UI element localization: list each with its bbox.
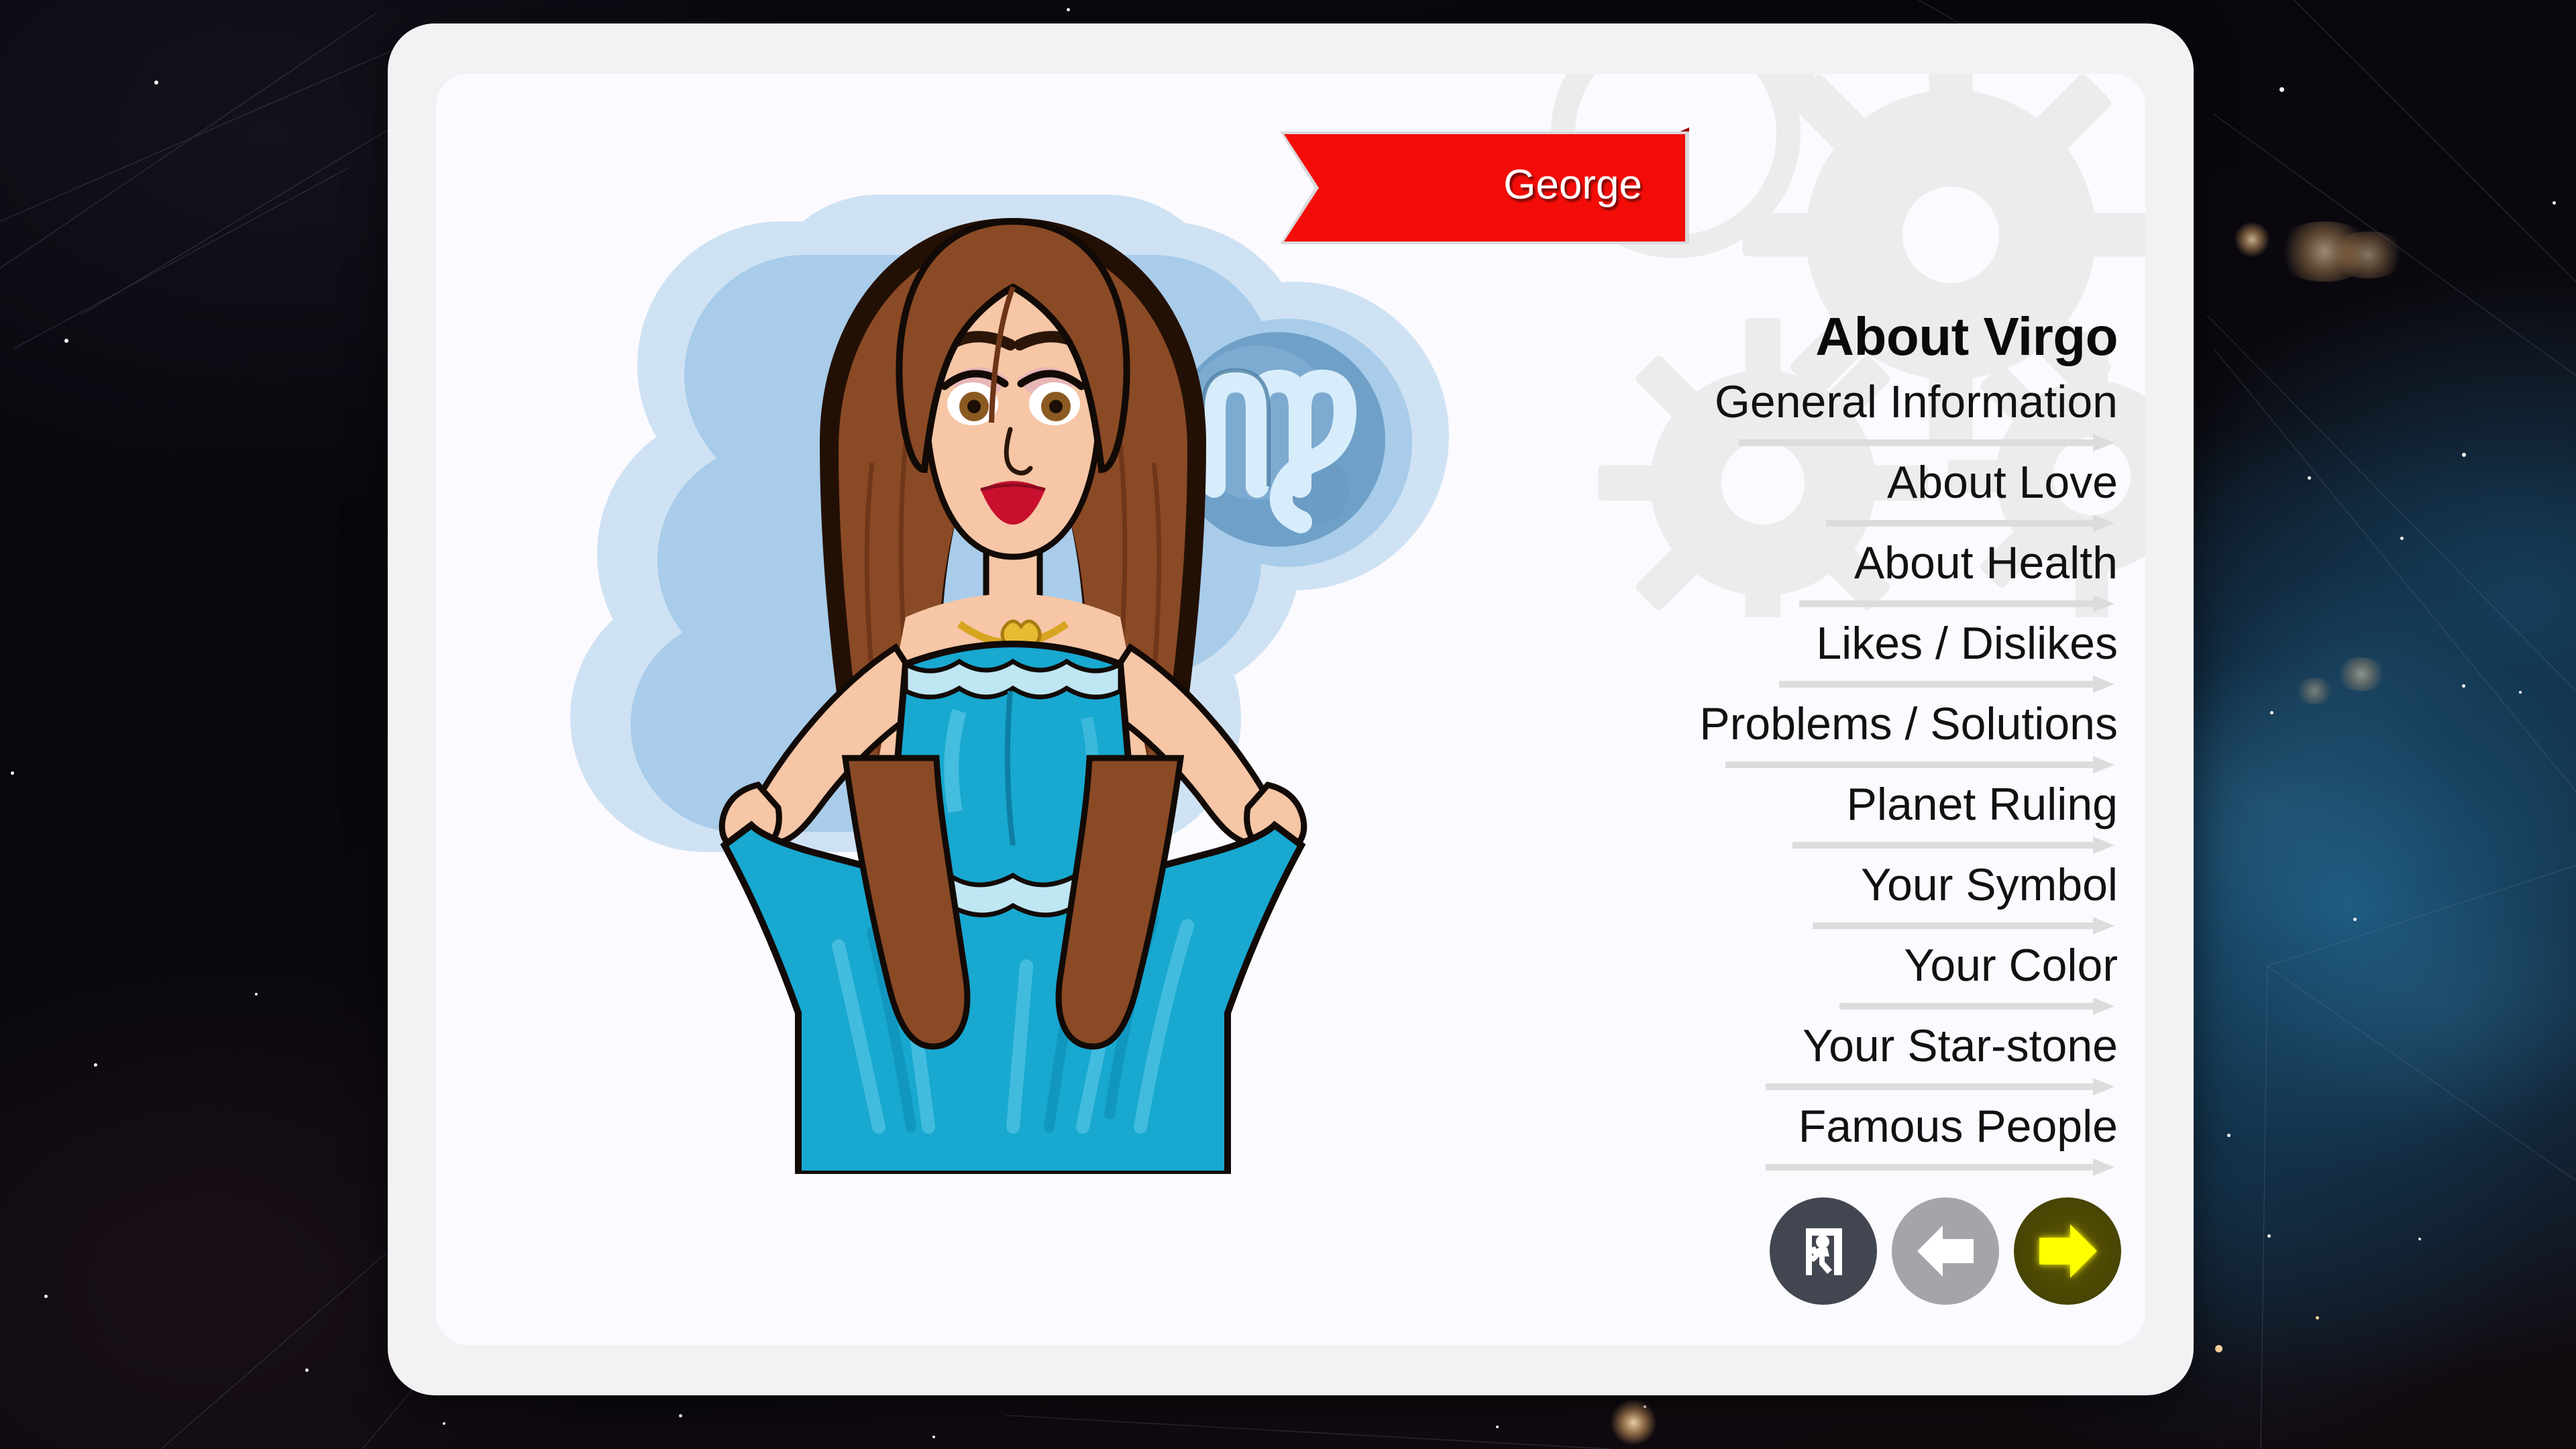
menu-list: General Information About Love About Hea…	[1454, 376, 2118, 1184]
arrow-right-icon	[1779, 676, 2114, 693]
left-arrow-icon	[1917, 1226, 1974, 1277]
forward-button[interactable]	[2014, 1197, 2121, 1305]
menu-item-your-symbol[interactable]: Your Symbol	[1454, 859, 2118, 943]
page-title: About Virgo	[1815, 307, 2118, 366]
arrow-right-icon	[1792, 837, 2114, 854]
exit-button[interactable]	[1770, 1197, 1877, 1305]
menu-item-label: Planet Ruling	[1846, 779, 2118, 830]
name-ribbon-banner[interactable]	[1280, 127, 1689, 248]
arrow-right-icon	[1799, 595, 2114, 612]
arrow-right-icon	[1725, 756, 2114, 773]
navigation-buttons	[1770, 1197, 2121, 1305]
menu-item-about-love[interactable]: About Love	[1454, 457, 2118, 540]
arrow-right-icon	[1766, 1078, 2114, 1095]
menu-item-planet-ruling[interactable]: Planet Ruling	[1454, 779, 2118, 862]
zodiac-illustration	[557, 154, 1469, 1174]
menu-column: About Virgo General Information About Lo…	[1476, 74, 2140, 1345]
card-inner-panel: About Virgo General Information About Lo…	[436, 74, 2145, 1345]
menu-item-label: Your Star-stone	[1803, 1020, 2118, 1071]
menu-item-label: General Information	[1715, 376, 2118, 427]
menu-item-label: Your Color	[1904, 940, 2118, 991]
arrow-right-icon	[1826, 515, 2114, 532]
arrow-right-icon	[1813, 917, 2114, 934]
menu-item-problems-solutions[interactable]: Problems / Solutions	[1454, 698, 2118, 782]
menu-item-label: Likes / Dislikes	[1816, 618, 2118, 669]
menu-item-likes-dislikes[interactable]: Likes / Dislikes	[1454, 618, 2118, 701]
menu-item-famous-people[interactable]: Famous People	[1454, 1101, 2118, 1184]
right-arrow-icon	[2039, 1224, 2097, 1278]
name-ribbon: George	[1280, 127, 1689, 248]
menu-item-general-information[interactable]: General Information	[1454, 376, 2118, 460]
menu-item-label: Your Symbol	[1860, 859, 2118, 910]
menu-item-about-health[interactable]: About Health	[1454, 537, 2118, 621]
back-button[interactable]	[1892, 1197, 1999, 1305]
app-background: About Virgo General Information About Lo…	[0, 0, 2576, 1449]
arrow-right-icon	[1739, 434, 2114, 451]
arrow-right-icon	[1766, 1159, 2114, 1176]
menu-item-label: Famous People	[1798, 1101, 2118, 1152]
arrow-right-icon	[1839, 998, 2114, 1015]
exit-running-person-icon	[1806, 1228, 1842, 1275]
menu-item-label: Problems / Solutions	[1699, 698, 2118, 749]
menu-item-label: About Health	[1854, 537, 2118, 588]
content-card: About Virgo General Information About Lo…	[388, 23, 2194, 1395]
menu-item-your-star-stone[interactable]: Your Star-stone	[1454, 1020, 2118, 1104]
menu-item-your-color[interactable]: Your Color	[1454, 940, 2118, 1023]
menu-item-label: About Love	[1886, 457, 2118, 508]
